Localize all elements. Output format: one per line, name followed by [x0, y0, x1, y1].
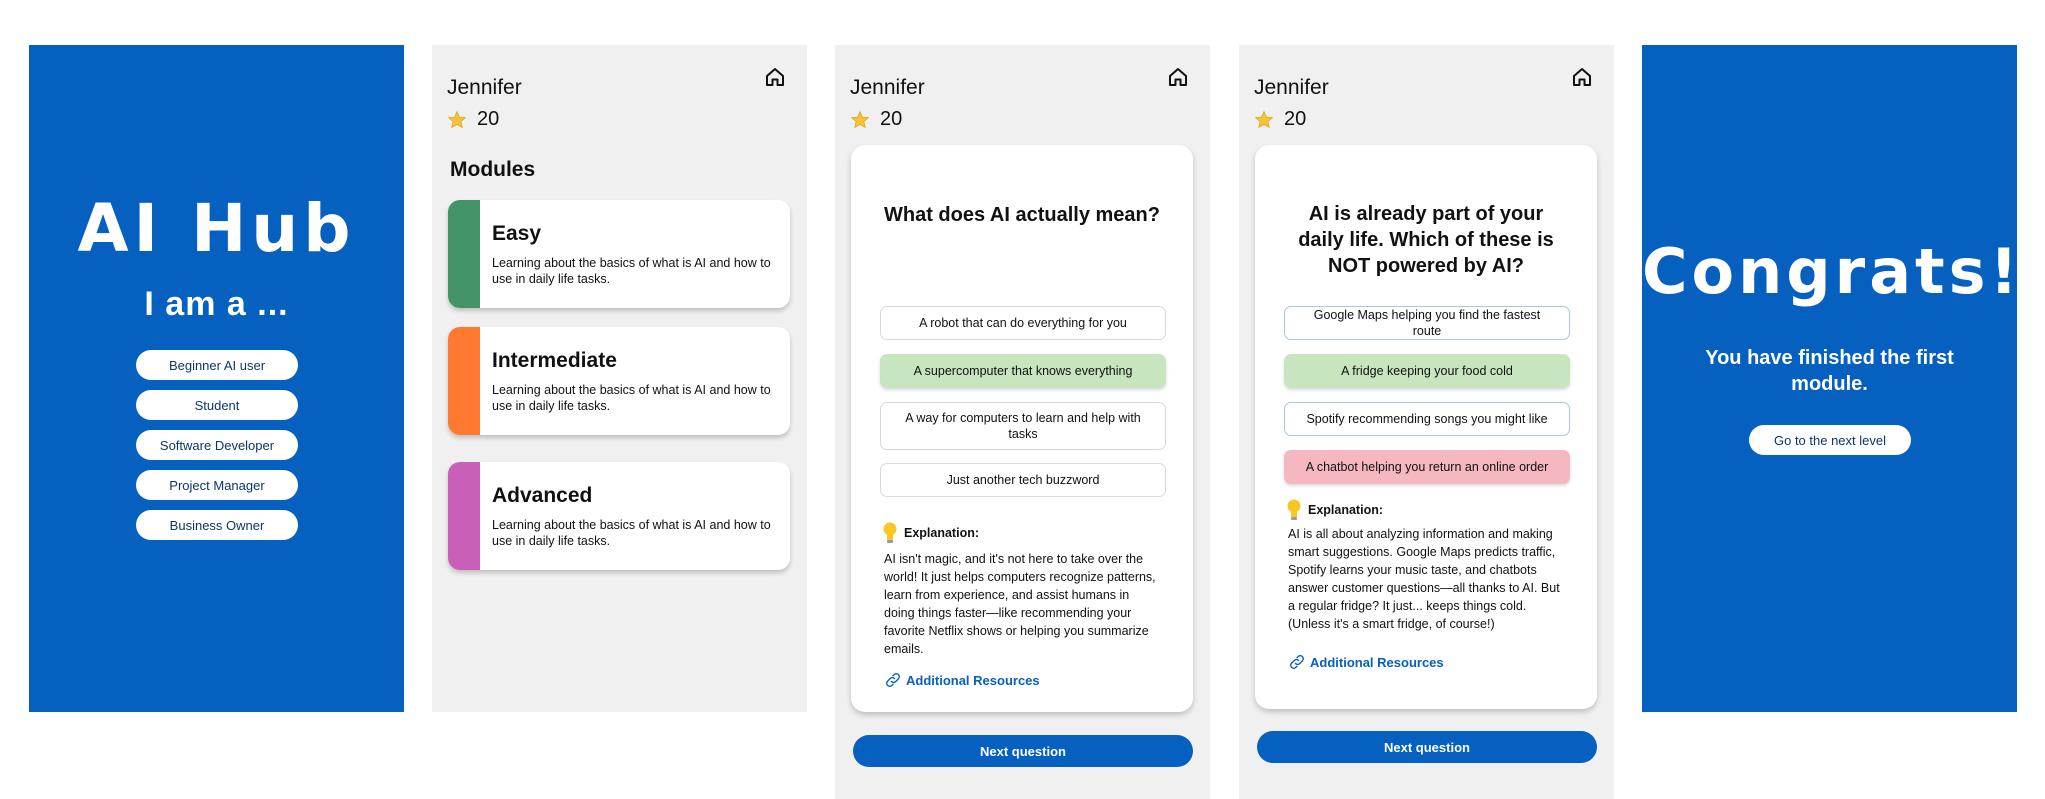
- module-title: Advanced: [492, 484, 593, 507]
- module-description: Learning about the basics of what is AI …: [492, 383, 771, 413]
- next-question-button[interactable]: Next question: [853, 735, 1193, 767]
- congrats-screen: Congrats! You have finished the first mo…: [1642, 45, 2022, 712]
- role-button-beginner[interactable]: Beginner AI user: [136, 350, 298, 380]
- question-text: AI is already part of your daily life. W…: [1298, 203, 1554, 277]
- home-icon[interactable]: [1166, 65, 1190, 89]
- congrats-title: Congrats!: [1642, 235, 2022, 308]
- answer-option[interactable]: Just another tech buzzword: [880, 463, 1166, 497]
- role-list: Beginner AI user Student Software Develo…: [136, 350, 298, 550]
- answer-option-correct[interactable]: A fridge keeping your food cold: [1284, 354, 1570, 388]
- module-color-bar: [448, 200, 480, 308]
- answer-option[interactable]: A way for computers to learn and help wi…: [880, 402, 1166, 450]
- app-title: AI Hub: [77, 190, 356, 267]
- user-name: Jennifer: [850, 76, 925, 99]
- role-button-business-owner[interactable]: Business Owner: [136, 510, 298, 540]
- question-screen-1: Jennifer 20 What does AI actually mean? …: [835, 45, 1210, 799]
- module-description: Learning about the basics of what is AI …: [492, 518, 771, 548]
- home-icon[interactable]: [763, 65, 787, 89]
- answer-option[interactable]: Spotify recommending songs you might lik…: [1284, 402, 1570, 436]
- user-name: Jennifer: [1254, 76, 1329, 99]
- role-button-student[interactable]: Student: [136, 390, 298, 420]
- module-card-advanced[interactable]: Advanced Learning about the basics of wh…: [448, 462, 790, 570]
- additional-resources-link[interactable]: Additional Resources: [884, 671, 1040, 689]
- module-color-bar: [448, 462, 480, 570]
- score-display: 20: [850, 108, 902, 131]
- congrats-message: You have finished the first module.: [1705, 347, 1954, 395]
- next-level-button[interactable]: Go to the next level: [1749, 425, 1911, 455]
- welcome-screen: AI Hub I am a ... Beginner AI user Stude…: [29, 45, 404, 712]
- lightbulb-icon: [883, 522, 897, 543]
- module-card-easy[interactable]: Easy Learning about the basics of what i…: [448, 200, 790, 308]
- role-button-project-manager[interactable]: Project Manager: [136, 470, 298, 500]
- question-card: What does AI actually mean? A robot that…: [851, 145, 1193, 712]
- question-card: AI is already part of your daily life. W…: [1255, 145, 1597, 709]
- role-button-software-developer[interactable]: Software Developer: [136, 430, 298, 460]
- answer-option[interactable]: Google Maps helping you find the fastest…: [1284, 306, 1570, 340]
- user-name: Jennifer: [447, 76, 522, 99]
- module-title: Easy: [492, 222, 542, 245]
- link-icon: [1290, 655, 1304, 669]
- answer-option[interactable]: A robot that can do everything for you: [880, 306, 1166, 340]
- question-text: What does AI actually mean?: [884, 204, 1160, 226]
- explanation-heading: Explanation:: [1286, 499, 1383, 521]
- star-icon: [447, 110, 467, 128]
- score-value: 20: [880, 108, 903, 130]
- module-color-bar: [448, 327, 480, 435]
- answer-option-wrong[interactable]: A chatbot helping you return an online o…: [1284, 450, 1570, 484]
- explanation-text: AI is all about analyzing information an…: [1288, 527, 1560, 631]
- score-display: 20: [1254, 108, 1306, 131]
- role-prompt: I am a ...: [144, 285, 289, 323]
- explanation-text: AI isn't magic, and it's not here to tak…: [884, 552, 1156, 656]
- answer-option-correct[interactable]: A supercomputer that knows everything: [880, 354, 1166, 388]
- additional-resources-link[interactable]: Additional Resources: [1288, 653, 1444, 671]
- score-value: 20: [477, 108, 500, 130]
- modules-heading: Modules: [450, 158, 536, 181]
- home-icon[interactable]: [1570, 65, 1594, 89]
- link-icon: [886, 673, 900, 687]
- question-screen-2: Jennifer 20 AI is already part of your d…: [1239, 45, 1614, 799]
- star-icon: [1254, 110, 1274, 128]
- score-display: 20: [447, 108, 499, 131]
- modules-screen: Jennifer 20 Modules Easy Learning about …: [432, 45, 807, 712]
- score-value: 20: [1284, 108, 1307, 130]
- lightbulb-icon: [1287, 499, 1301, 520]
- star-icon: [850, 110, 870, 128]
- next-question-button[interactable]: Next question: [1257, 731, 1597, 763]
- module-card-intermediate[interactable]: Intermediate Learning about the basics o…: [448, 327, 790, 435]
- module-description: Learning about the basics of what is AI …: [492, 256, 771, 286]
- module-title: Intermediate: [492, 349, 617, 372]
- explanation-heading: Explanation:: [882, 522, 979, 544]
